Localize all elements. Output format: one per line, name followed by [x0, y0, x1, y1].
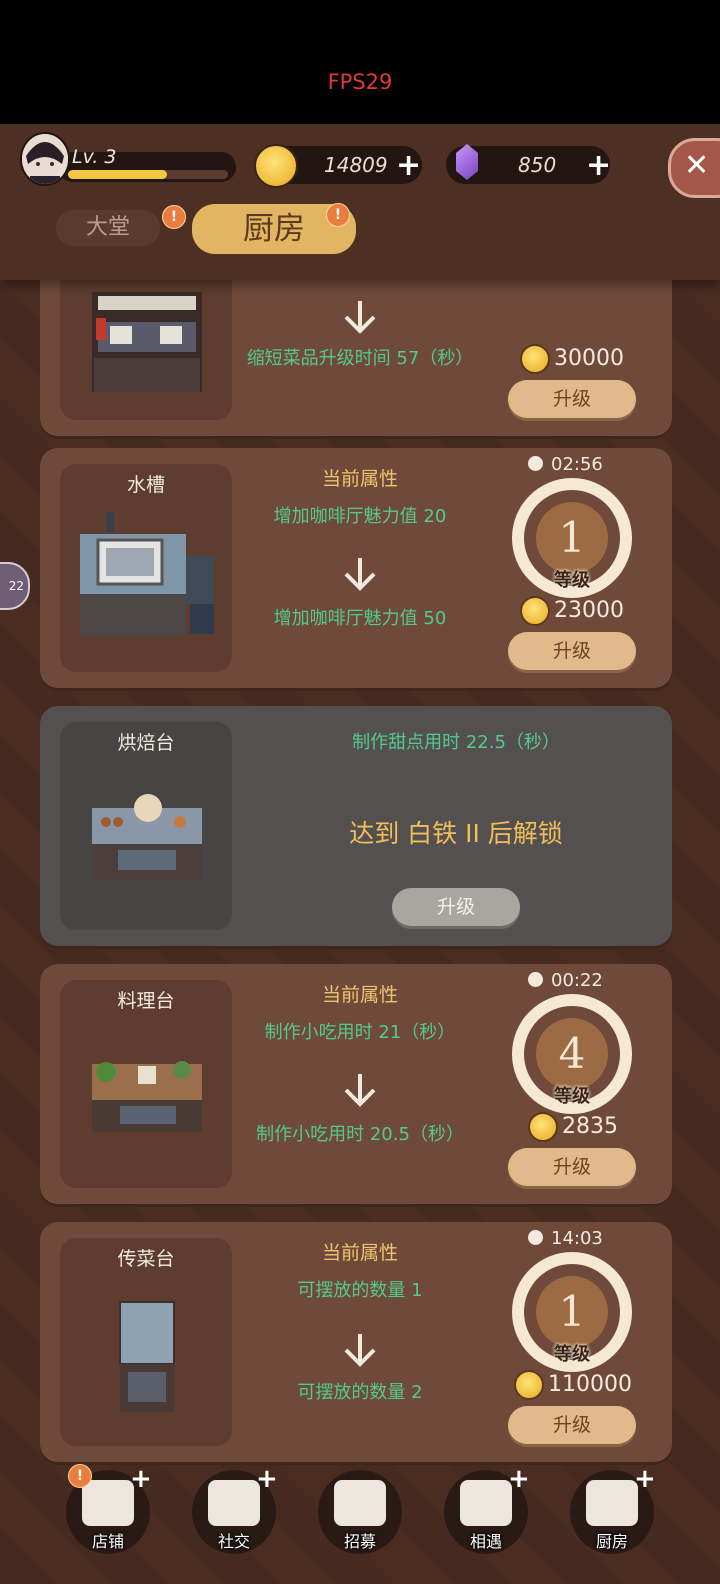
coin-icon [528, 1112, 558, 1142]
upgrade-card-cooking: 料理台 当前属性 制作小吃用时 21（秒） 制作小吃用时 20.5（秒） 00:… [40, 964, 672, 1204]
furniture-image: 料理台 [60, 980, 232, 1188]
card-attr-after: 增加咖啡厅魅力值 50 [273, 608, 447, 629]
upgrade-button[interactable]: 升级 [508, 632, 636, 670]
coin-counter: 14809 + [254, 144, 422, 188]
upgrade-price: 2835 [528, 1112, 648, 1142]
furniture-image: 烘焙台 [60, 722, 232, 930]
upgrade-timer: 14:03 [528, 1228, 612, 1249]
upgrade-card-serving: 传菜台 当前属性 可摆放的数量 1 可摆放的数量 2 14:03 1 等级 11… [40, 1222, 672, 1462]
card-attr-after: 制作小吃用时 20.5（秒） [256, 1124, 464, 1145]
add-coins-button[interactable]: + [396, 148, 421, 183]
furniture-image: 水槽 [60, 464, 232, 672]
nav-encounter[interactable]: 相遇 + [444, 1464, 530, 1554]
card-attr-before: 增加咖啡厅魅力值 20 [273, 506, 447, 527]
notification-badge: ! [68, 1464, 92, 1488]
current-attr-title: 当前属性 [321, 984, 398, 1006]
coin-icon [520, 344, 550, 374]
coffee-cup-icon [208, 1480, 260, 1526]
upgrade-price: 110000 [514, 1370, 634, 1400]
current-attr-title: 当前属性 [321, 468, 398, 490]
card-attr-after: 可摆放的数量 2 [297, 1382, 423, 1403]
level-badge: 4 等级 [506, 994, 638, 1114]
notification-badge: ! [326, 203, 350, 227]
fps-counter: FPS29 [327, 70, 393, 94]
card-attr-before: 制作小吃用时 21（秒） [264, 1022, 456, 1043]
arrow-down-icon [344, 1334, 376, 1367]
upgrade-card-baking: 烘焙台 制作甜点用时 22.5（秒） 达到 白铁 II 后解锁 升级 [40, 706, 672, 946]
unlock-requirement: 达到 白铁 II 后解锁 [349, 819, 563, 848]
current-attr-title: 当前属性 [321, 1242, 398, 1264]
coin-amount: 14809 [324, 153, 388, 177]
coin-icon [514, 1370, 544, 1400]
arrow-down-icon [344, 1074, 376, 1107]
nav-recruit[interactable]: 招募 [318, 1470, 402, 1554]
upgrade-button[interactable]: 升级 [508, 1148, 636, 1186]
clock-icon [528, 456, 543, 471]
top-header: Lv. 3 14809 + 850 + ✕ 大堂 ! 厨房 ! [0, 124, 720, 280]
furniture-name: 料理台 [117, 990, 175, 1012]
upgrade-timer: 00:22 [528, 970, 612, 991]
upgrade-button[interactable]: 升级 [508, 380, 636, 418]
baking-station-art [92, 794, 202, 880]
shop-icon [82, 1480, 134, 1526]
kitchen-stove-art [92, 292, 202, 392]
coin-icon [520, 596, 550, 626]
serving-counter-art [119, 1301, 175, 1412]
upgrade-price: 30000 [520, 344, 640, 374]
notification-badge: ! [162, 205, 186, 229]
coin-icon [254, 144, 298, 188]
gem-amount: 850 [518, 153, 557, 177]
add-gems-button[interactable]: + [586, 148, 611, 183]
arrow-down-icon [344, 558, 376, 591]
clock-icon [528, 1230, 543, 1245]
plate-icon [586, 1480, 638, 1526]
avatar[interactable] [20, 132, 70, 186]
furniture-name: 水槽 [126, 474, 165, 496]
card-attr-before: 可摆放的数量 1 [297, 1280, 423, 1301]
furniture-name: 传菜台 [117, 1248, 175, 1270]
upgrade-button-disabled[interactable]: 升级 [392, 888, 520, 926]
level-badge: 1 等级 [506, 1252, 638, 1372]
furniture-image: 传菜台 [60, 1238, 232, 1446]
close-icon[interactable]: ✕ [668, 138, 720, 198]
clock-icon [528, 972, 543, 987]
gem-counter: 850 + [446, 144, 611, 184]
nav-kitchen[interactable]: 厨房 + [570, 1464, 656, 1554]
level-badge: 1 等级 [506, 478, 638, 598]
upgrade-price: 23000 [520, 596, 640, 626]
cooking-station-art [92, 1061, 202, 1132]
nav-social[interactable]: 社交 + [192, 1464, 278, 1554]
baking-effect: 制作甜点用时 22.5（秒） [352, 732, 560, 753]
level-progress-bar [68, 170, 228, 179]
furniture-name: 烘焙台 [117, 732, 175, 754]
arrow-down-icon [344, 301, 376, 334]
upgrade-card-sink: 水槽 当前属性 增加咖啡厅魅力值 20 增加咖啡厅魅力值 50 02:56 1 … [40, 448, 672, 688]
sink-art [80, 512, 214, 636]
card-attr-after: 缩短菜品升级时间 57（秒） [246, 348, 474, 369]
status-bar: FPS29 [0, 0, 720, 124]
upgrade-timer: 02:56 [528, 454, 612, 475]
door-icon [334, 1480, 386, 1526]
tab-lobby[interactable]: 大堂 [56, 210, 160, 246]
handshake-icon [460, 1480, 512, 1526]
upgrade-button[interactable]: 升级 [508, 1406, 636, 1444]
gem-icon [456, 144, 478, 180]
player-level: Lv. 3 [72, 146, 117, 168]
